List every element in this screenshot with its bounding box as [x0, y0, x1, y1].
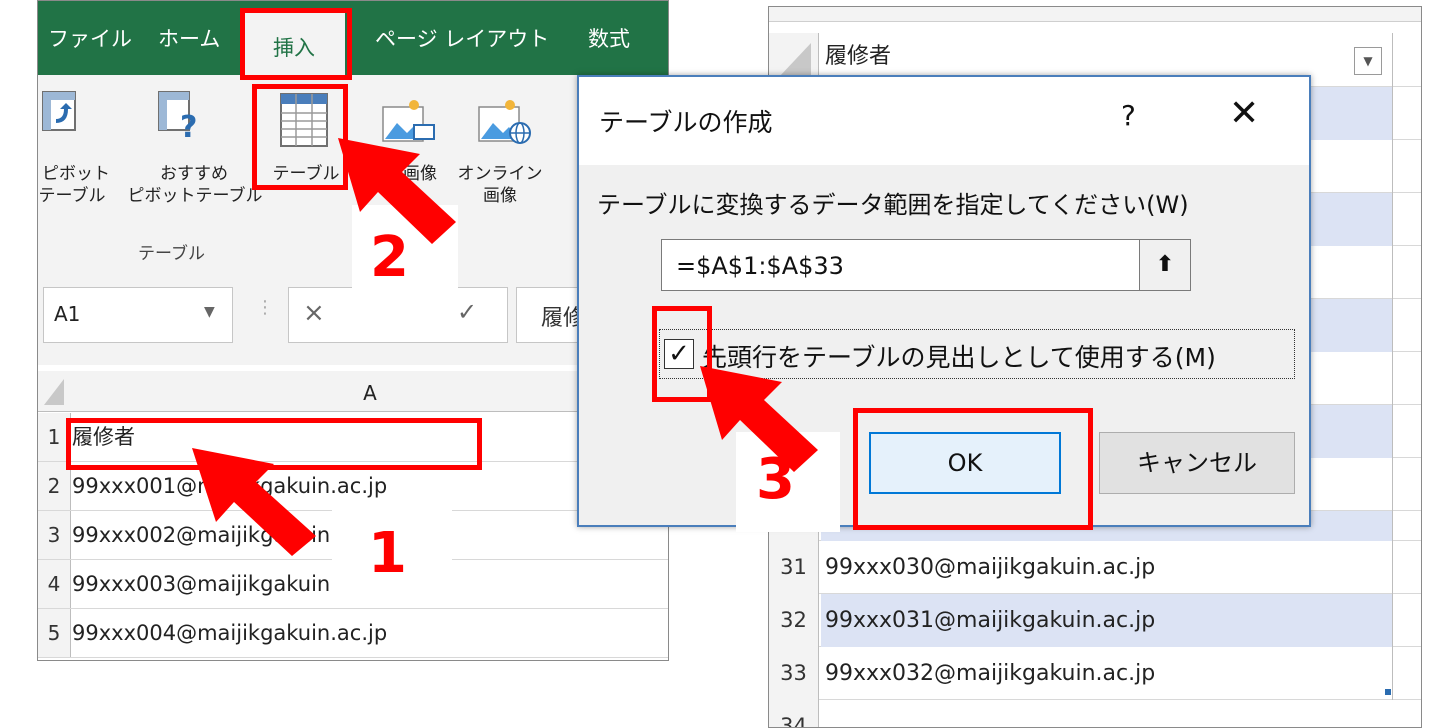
- online-image-button[interactable]: オンライン 画像: [450, 85, 550, 225]
- highlight-insert-tab: [240, 8, 352, 80]
- select-all-corner[interactable]: [38, 371, 71, 412]
- arrow-1-icon: [192, 448, 316, 556]
- name-box-value: A1: [54, 302, 81, 326]
- arrow-3-icon: [700, 366, 818, 472]
- pivot-label-1: ピボット: [42, 164, 110, 184]
- row-number[interactable]: 5: [38, 609, 71, 657]
- table-header-label: 履修者: [825, 44, 892, 69]
- enter-entry-icon[interactable]: ✓: [457, 298, 477, 326]
- chevron-down-icon[interactable]: ▼: [204, 304, 215, 320]
- tab-file[interactable]: ファイル: [48, 23, 132, 53]
- tab-formulas[interactable]: 数式: [588, 23, 630, 53]
- table-row: 31 99xxx030@maijikgakuin.ac.jp: [769, 541, 1421, 594]
- name-box[interactable]: A1 ▼: [43, 287, 233, 343]
- table-cell[interactable]: 99xxx032@maijikgakuin.ac.jp: [821, 647, 1393, 700]
- tab-page-layout[interactable]: ページ レイアウト: [375, 23, 549, 53]
- dialog-title: テーブルの作成: [599, 108, 773, 137]
- range-input[interactable]: =$A$1:$A$33: [661, 239, 1191, 291]
- tab-home[interactable]: ホーム: [158, 23, 220, 53]
- row-number[interactable]: 34: [769, 700, 819, 727]
- formula-divider: ⋮: [256, 297, 274, 318]
- pivot-table-button[interactable]: ピボット テーブル: [38, 85, 114, 225]
- filter-dropdown-icon[interactable]: ▼: [1354, 47, 1382, 75]
- right-top-strip: [769, 7, 1421, 22]
- table-row: 5 99xxx004@maijikgakuin.ac.jp: [38, 609, 668, 658]
- recommended-pivot-icon: ?: [158, 91, 197, 141]
- table-row: 32 99xxx031@maijikgakuin.ac.jp: [769, 594, 1421, 647]
- collapse-range-button[interactable]: ⬆: [1139, 239, 1191, 291]
- help-icon[interactable]: ?: [1121, 99, 1136, 132]
- table-cell[interactable]: 99xxx030@maijikgakuin.ac.jp: [821, 541, 1393, 594]
- highlight-ok-button: [853, 408, 1093, 530]
- online-image-label-1: オンライン: [457, 164, 543, 184]
- row-number[interactable]: 3: [38, 511, 71, 559]
- table-cell[interactable]: [821, 700, 1393, 727]
- range-prompt: テーブルに変換するデータ範囲を指定してください(W): [597, 191, 1189, 219]
- arrow-2-icon: [338, 138, 456, 244]
- ribbon-tab-bar: ファイル ホーム 挿入 ページ レイアウト 数式: [38, 1, 668, 75]
- cancel-entry-icon[interactable]: ×: [303, 298, 325, 328]
- table-group-label: テーブル: [138, 244, 205, 264]
- online-image-icon: [478, 100, 531, 144]
- row-number[interactable]: 31: [769, 541, 819, 594]
- pivot-table-icon: [42, 91, 76, 131]
- row-number[interactable]: 4: [38, 560, 71, 608]
- table-resize-handle[interactable]: [1385, 689, 1391, 695]
- arrow-up-icon: ⬆: [1155, 252, 1175, 277]
- recommended-pivot-label-1: おすすめ: [160, 164, 228, 184]
- table-row: 34: [769, 700, 1421, 727]
- svg-text:?: ?: [180, 110, 197, 141]
- close-icon[interactable]: ✕: [1229, 93, 1259, 134]
- recommended-pivot-label-2: ピボットテーブル: [127, 186, 263, 206]
- table-cell[interactable]: 99xxx031@maijikgakuin.ac.jp: [821, 594, 1393, 647]
- table-row: 33 99xxx032@maijikgakuin.ac.jp: [769, 647, 1421, 700]
- pivot-label-2: テーブル: [38, 186, 106, 206]
- step-1-number: 1: [368, 521, 407, 586]
- online-image-label-2: 画像: [483, 186, 517, 206]
- cancel-button[interactable]: キャンセル: [1099, 432, 1295, 494]
- dialog-titlebar: テーブルの作成 ? ✕: [579, 77, 1309, 165]
- row-number[interactable]: 32: [769, 594, 819, 647]
- cell-a5[interactable]: 99xxx004@maijikgakuin.ac.jp: [72, 609, 387, 657]
- row-number[interactable]: 33: [769, 647, 819, 700]
- recommended-pivot-button[interactable]: ? おすすめ ピボットテーブル: [128, 85, 264, 225]
